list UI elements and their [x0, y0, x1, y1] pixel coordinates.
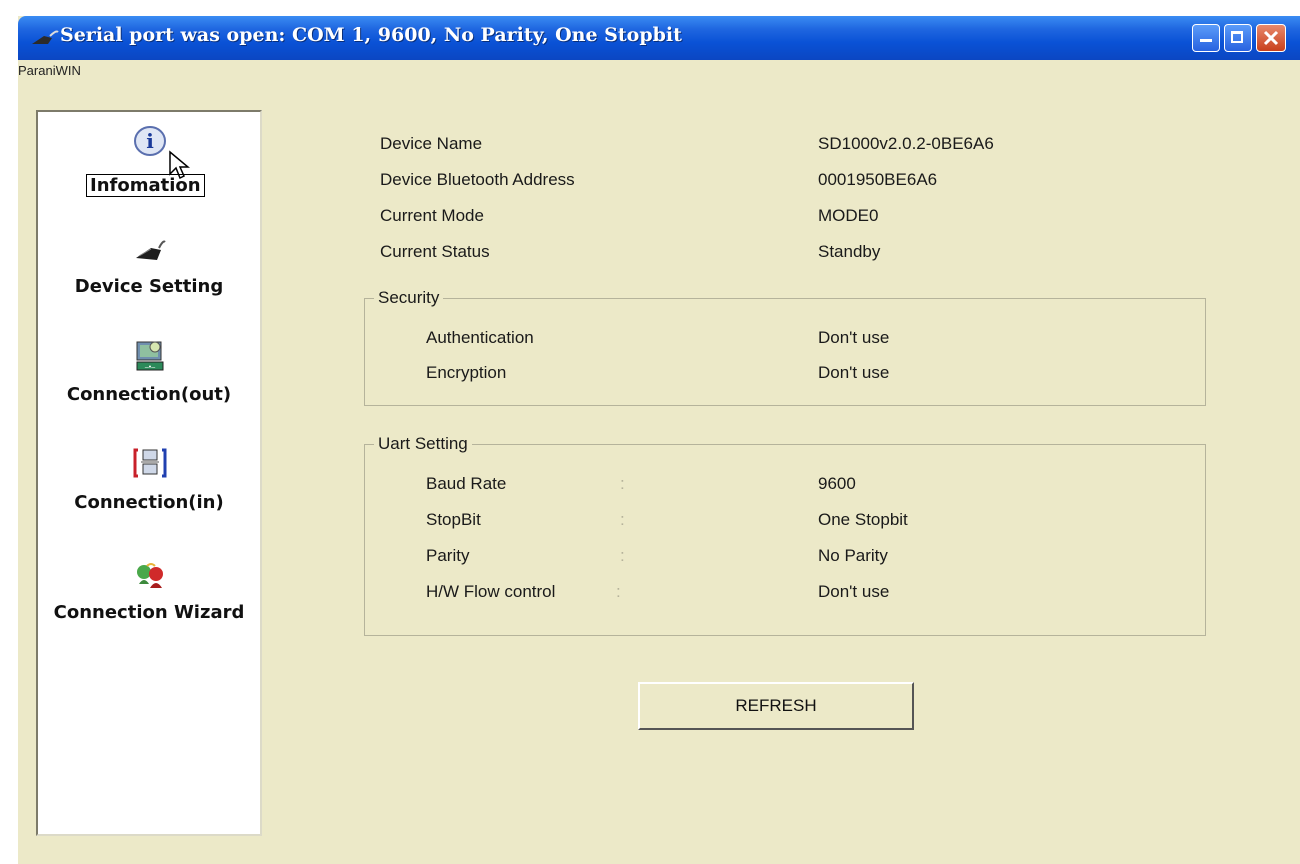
parity-colon: : [620, 546, 625, 565]
stopbit-label: StopBit [426, 510, 481, 529]
sidebar-item-label: Connection Wizard [53, 602, 245, 623]
security-group-title: Security [374, 288, 444, 308]
bt-address-value: 0001950BE6A6 [818, 170, 938, 189]
flow-control-label: H/W Flow control [426, 582, 556, 601]
svg-text:i: i [146, 129, 154, 153]
flow-control-value: Don't use [818, 582, 890, 601]
uart-setting-group-title: Uart Setting [374, 434, 472, 454]
sidebar-item-label: Connection(in) [74, 492, 224, 513]
parity-label: Parity [426, 546, 470, 565]
close-icon [1263, 30, 1279, 46]
info-icon: i [134, 126, 166, 156]
menu-paraniwin[interactable]: ParaniWIN [18, 63, 81, 78]
serial-cable-icon [32, 30, 59, 44]
bt-address-label: Device Bluetooth Address [380, 170, 575, 189]
security-group [364, 298, 1206, 406]
device-name-label: Device Name [380, 134, 483, 153]
refresh-button[interactable]: REFRESH [638, 682, 914, 730]
current-status-value: Standby [818, 242, 881, 261]
sidebar-item-device-setting[interactable]: Device Setting [38, 230, 260, 340]
minimize-button[interactable] [1192, 24, 1220, 52]
parity-value: No Parity [818, 546, 888, 565]
svg-text:–•–: –•– [145, 364, 155, 371]
authentication-label: Authentication [426, 328, 534, 347]
current-status-label: Current Status [380, 242, 490, 261]
connection-in-icon [133, 448, 167, 478]
current-mode-label: Current Mode [380, 206, 484, 225]
device-setting-icon [136, 240, 166, 260]
uart-setting-group [364, 444, 1206, 636]
close-button[interactable] [1256, 24, 1286, 52]
maximize-button[interactable] [1224, 24, 1252, 52]
baud-rate-label: Baud Rate [426, 474, 507, 493]
stopbit-value: One Stopbit [818, 510, 908, 529]
sidebar-item-connection-out[interactable]: –•– Connection(out) [38, 340, 260, 450]
window-title: Serial port was open: COM 1, 9600, No Pa… [60, 24, 682, 46]
maximize-icon [1231, 31, 1243, 43]
encryption-value: Don't use [818, 363, 890, 382]
menu-bar: ParaniWIN [18, 60, 1300, 82]
connection-out-icon: –•– [136, 341, 164, 371]
sidebar-item-label: Device Setting [74, 276, 224, 297]
authentication-value: Don't use [818, 328, 890, 347]
minimize-icon [1200, 39, 1212, 42]
device-name-value: SD1000v2.0.2-0BE6A6 [818, 134, 994, 153]
stopbit-colon: : [620, 510, 625, 529]
app-window: Serial port was open: COM 1, 9600, No Pa… [18, 16, 1300, 864]
baud-rate-value: 9600 [818, 474, 856, 493]
sidebar-item-information[interactable]: i Infomation [38, 120, 260, 230]
sidebar-item-connection-in[interactable]: Connection(in) [38, 448, 260, 558]
flow-control-colon: : [616, 582, 621, 601]
current-mode-value: MODE0 [818, 206, 879, 225]
sidebar: i Infomation Device Setting –•– Connecti… [36, 110, 262, 836]
encryption-label: Encryption [426, 363, 507, 382]
title-bar[interactable]: Serial port was open: COM 1, 9600, No Pa… [18, 16, 1300, 60]
sidebar-item-label: Connection(out) [66, 384, 232, 405]
sidebar-item-label: Infomation [86, 174, 205, 197]
baud-rate-colon: : [620, 474, 625, 493]
sidebar-item-connection-wizard[interactable]: Connection Wizard [38, 558, 260, 668]
connection-wizard-icon [137, 563, 163, 588]
